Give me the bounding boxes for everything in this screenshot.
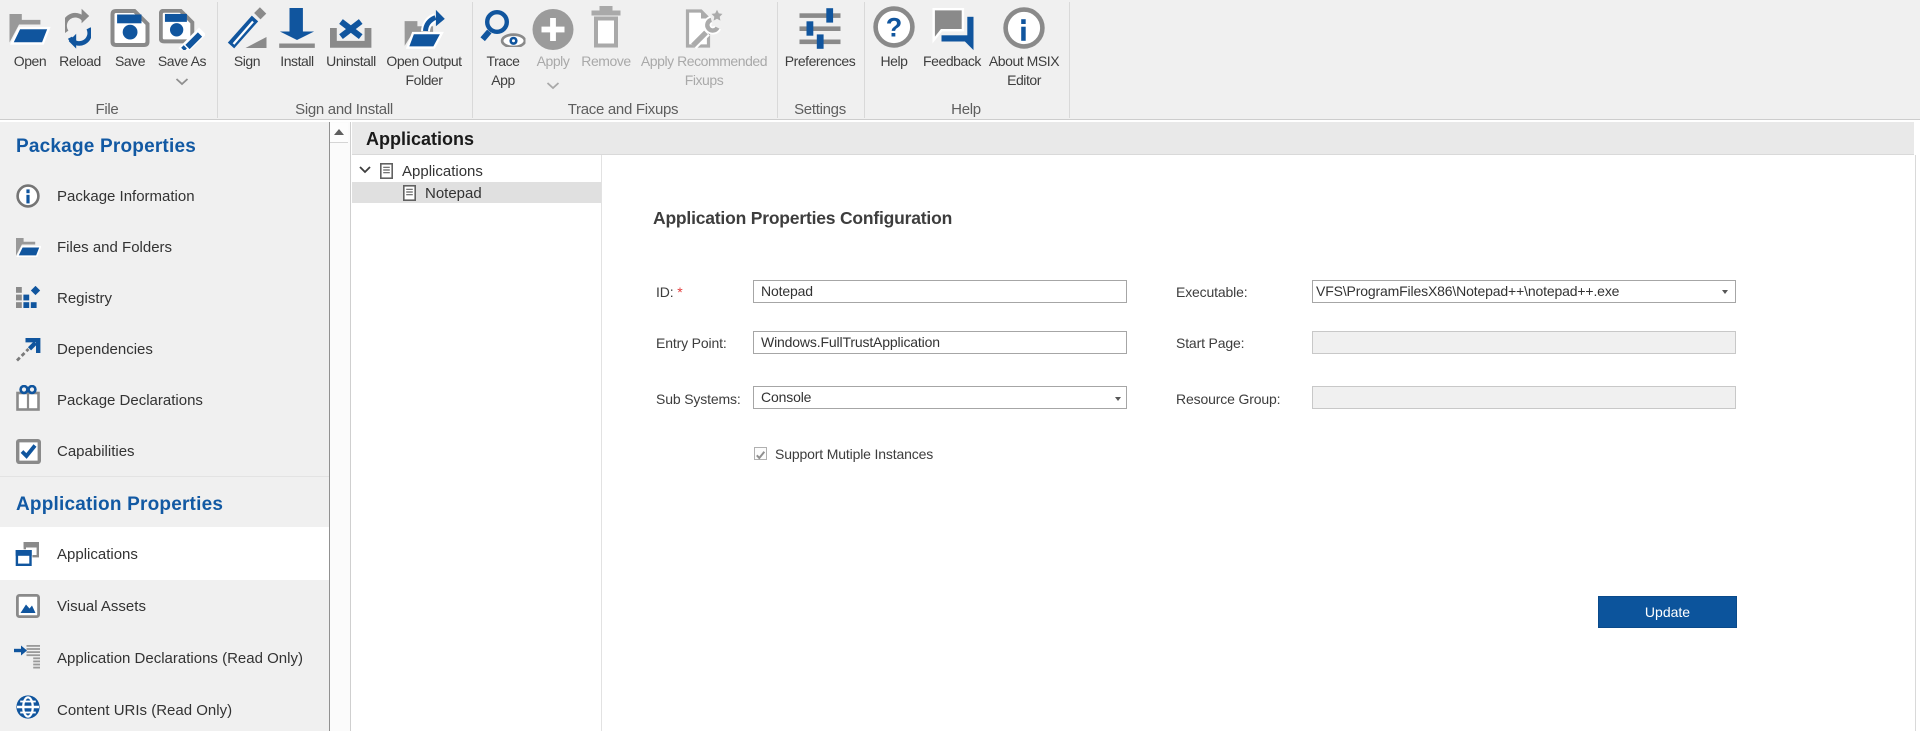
- svg-text:?: ?: [886, 13, 903, 43]
